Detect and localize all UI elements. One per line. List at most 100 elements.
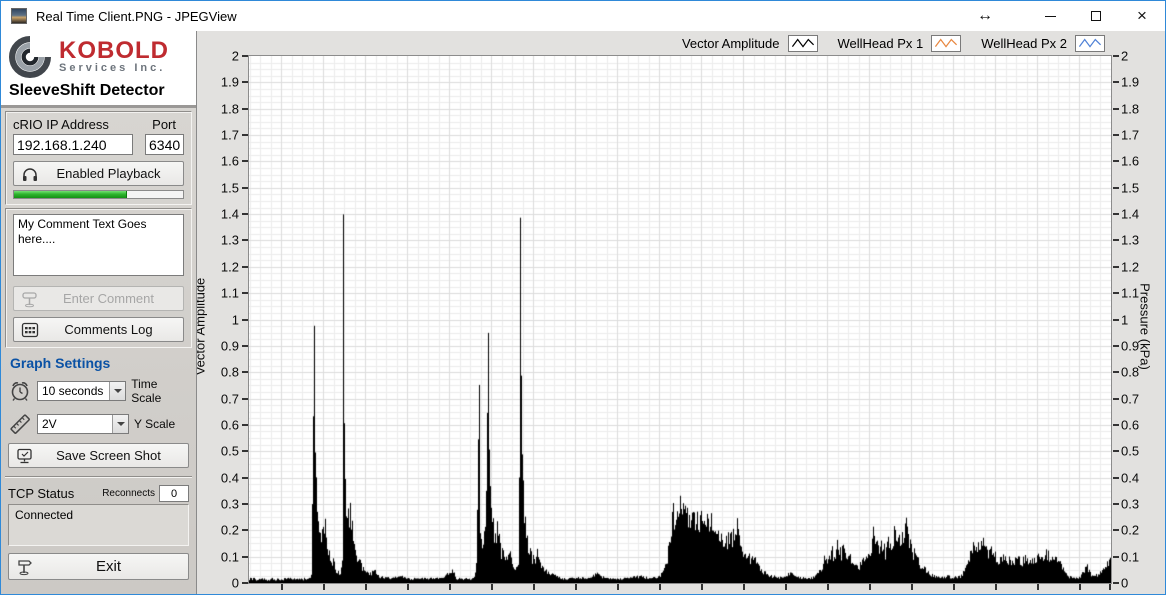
y-tick-label: 0.7	[221, 391, 239, 406]
time-scale-select[interactable]: 10 seconds	[37, 381, 126, 401]
comment-textarea[interactable]: My Comment Text Goes here....	[13, 214, 184, 276]
y-tick-mark	[242, 239, 248, 241]
y-tick-mark	[242, 81, 248, 83]
legend-label: WellHead Px 2	[981, 36, 1067, 51]
y-tick-mark	[242, 319, 248, 321]
line-swatch-icon	[1075, 35, 1105, 52]
exit-label: Exit	[35, 558, 182, 575]
y-tick-mark	[242, 160, 248, 162]
ip-label: cRIO IP Address	[13, 117, 109, 132]
comments-group: My Comment Text Goes here.... Enter Comm…	[5, 208, 192, 348]
port-input[interactable]	[145, 134, 184, 155]
y-tick-mark	[1113, 556, 1119, 558]
enter-comment-label: Enter Comment	[40, 291, 177, 306]
y-tick-mark	[242, 503, 248, 505]
y-tick-mark	[1113, 108, 1119, 110]
y-tick-label: 0.9	[1121, 338, 1139, 353]
separator	[5, 476, 192, 478]
y-tick-label: 0.5	[221, 444, 239, 459]
y-tick-mark	[242, 108, 248, 110]
y-tick-mark	[242, 371, 248, 373]
signal-plot-canvas	[249, 56, 1111, 583]
brand-subtitle: Services Inc.	[59, 62, 169, 74]
combo-arrow-icon[interactable]	[109, 382, 125, 400]
chart-area: Vector Amplitude WellHead Px 1 WellHead …	[197, 31, 1165, 594]
graph-settings-group: Graph Settings 10 seconds	[5, 351, 192, 470]
tcp-status-label: TCP Status	[8, 486, 74, 501]
ip-input[interactable]	[13, 134, 133, 155]
y-tick-label: 1.6	[1121, 154, 1139, 169]
y-tick-mark	[242, 424, 248, 426]
app-title: SleeveShift Detector	[1, 80, 196, 108]
y-tick-label: 0.2	[221, 523, 239, 538]
enter-comment-button[interactable]: Enter Comment	[13, 286, 184, 311]
legend-item-wellhead-px1: WellHead Px 1	[838, 35, 962, 52]
y-tick-mark	[1113, 266, 1119, 268]
left-axis-title: Vector Amplitude	[197, 267, 208, 387]
y-scale-select[interactable]: 2V	[37, 414, 129, 434]
y-tick-mark	[242, 582, 248, 584]
y-tick-label: 0.3	[1121, 496, 1139, 511]
playback-progress-bar	[13, 190, 184, 199]
chart-legend: Vector Amplitude WellHead Px 1 WellHead …	[682, 35, 1105, 52]
y-tick-mark	[242, 213, 248, 215]
x-tick-mark	[575, 584, 577, 590]
y-tick-label: 0.2	[1121, 523, 1139, 538]
y-tick-label: 0	[1121, 576, 1128, 591]
x-tick-mark	[743, 584, 745, 590]
y-tick-mark	[1113, 292, 1119, 294]
playback-button-label: Enabled Playback	[40, 166, 177, 181]
signpost-icon	[20, 290, 40, 308]
graph-settings-heading: Graph Settings	[10, 355, 189, 371]
minimize-button[interactable]	[1027, 1, 1073, 31]
save-screenshot-button[interactable]: Save Screen Shot	[8, 443, 189, 468]
time-scale-label: Time Scale	[131, 377, 189, 405]
y-tick-label: 1.6	[221, 154, 239, 169]
y-tick-label: 1.7	[221, 128, 239, 143]
y-tick-label: 1.5	[221, 180, 239, 195]
x-tick-mark	[911, 584, 913, 590]
y-tick-label: 1.5	[1121, 180, 1139, 195]
y-tick-mark	[242, 345, 248, 347]
app-window: Real Time Client.PNG - JPEGView ↔ × KOBO…	[0, 0, 1166, 595]
brand-name: KOBOLD	[59, 40, 169, 62]
y-tick-label: 0.6	[1121, 417, 1139, 432]
y-tick-label: 0.8	[1121, 365, 1139, 380]
enabled-playback-button[interactable]: Enabled Playback	[13, 161, 184, 186]
kobold-swirl-icon	[9, 36, 51, 78]
sidebar: KOBOLD Services Inc. SleeveShift Detecto…	[1, 31, 197, 594]
y-tick-label: 0.4	[221, 470, 239, 485]
x-tick-mark	[617, 584, 619, 590]
ruler-icon	[8, 412, 32, 436]
y-tick-mark	[1113, 345, 1119, 347]
comments-log-label: Comments Log	[40, 322, 177, 337]
y-tick-mark	[1113, 239, 1119, 241]
title-bar[interactable]: Real Time Client.PNG - JPEGView ↔ ×	[1, 1, 1165, 31]
y-tick-label: 1	[1121, 312, 1128, 327]
x-tick-mark	[995, 584, 997, 590]
y-tick-label: 0.9	[221, 338, 239, 353]
window-title: Real Time Client.PNG - JPEGView	[36, 9, 237, 24]
y-tick-mark	[1113, 160, 1119, 162]
line-swatch-icon	[788, 35, 818, 52]
y-tick-label: 1.4	[1121, 207, 1139, 222]
x-tick-mark	[869, 584, 871, 590]
y-tick-label: 0.1	[1121, 549, 1139, 564]
maximize-button[interactable]	[1073, 1, 1119, 31]
exit-button[interactable]: Exit	[8, 553, 189, 580]
tcp-group: TCP Status Reconnects 0 Connected	[5, 482, 192, 580]
y-tick-label: 1.2	[1121, 259, 1139, 274]
maximize-icon	[1091, 11, 1101, 21]
x-tick-mark	[365, 584, 367, 590]
close-button[interactable]: ×	[1119, 1, 1165, 31]
combo-arrow-icon[interactable]	[112, 415, 128, 433]
y-tick-mark	[1113, 398, 1119, 400]
y-tick-label: 2	[1121, 49, 1128, 64]
y-tick-mark	[242, 187, 248, 189]
y-tick-mark	[1113, 134, 1119, 136]
y-tick-label: 0.5	[1121, 444, 1139, 459]
x-tick-mark	[1037, 584, 1039, 590]
y-tick-label: 1.4	[221, 207, 239, 222]
x-tick-mark	[785, 584, 787, 590]
comments-log-button[interactable]: Comments Log	[13, 317, 184, 342]
